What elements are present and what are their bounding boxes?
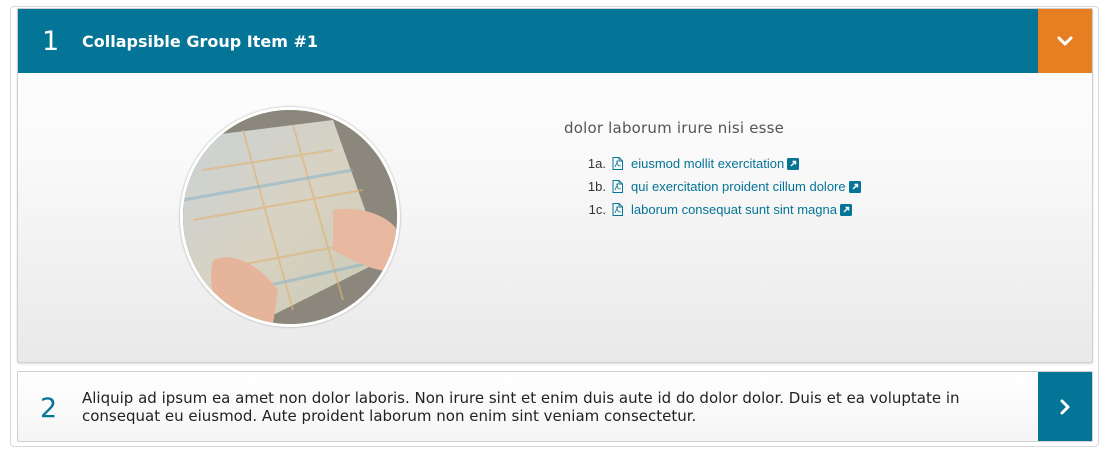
accordion-item-1-header[interactable]: 1 Collapsible Group Item #1 — [18, 9, 1092, 73]
pdf-icon — [612, 203, 623, 216]
item-title: Collapsible Group Item #1 — [82, 32, 318, 51]
document-link-list: 1a. eiusmod mollit exercitation 1b. qui … — [578, 152, 861, 221]
item-number: 2 — [40, 393, 58, 424]
accordion-item-1: 1 Collapsible Group Item #1 dolor laboru… — [17, 8, 1093, 363]
external-link-icon — [839, 203, 852, 216]
item-title: Aliquip ad ipsum ea amet non dolor labor… — [82, 389, 960, 425]
list-marker: 1b. — [587, 179, 606, 194]
accordion-item-2[interactable]: 2 Aliquip ad ipsum ea amet non dolor lab… — [17, 371, 1093, 442]
external-link-icon — [787, 157, 800, 170]
pdf-icon — [612, 157, 623, 170]
document-link[interactable]: eiusmod mollit exercitation — [631, 156, 784, 171]
list-marker: 1c. — [588, 202, 606, 217]
list-item: 1c. laborum consequat sunt sint magna — [578, 198, 861, 221]
list-marker: 1a. — [587, 156, 606, 171]
list-item: 1a. eiusmod mollit exercitation — [578, 152, 861, 175]
list-item: 1b. qui exercitation proident cillum dol… — [578, 175, 861, 198]
document-link[interactable]: laborum consequat sunt sint magna — [631, 202, 837, 217]
external-link-icon — [848, 180, 861, 193]
expand-toggle-button[interactable] — [1038, 372, 1092, 441]
collapse-toggle-button[interactable] — [1038, 9, 1092, 73]
pdf-icon — [612, 180, 623, 193]
map-photo — [180, 107, 400, 327]
chevron-down-icon — [1057, 36, 1073, 46]
content-heading: dolor laborum irure nisi esse — [564, 119, 785, 137]
chevron-right-icon — [1060, 399, 1070, 414]
document-link[interactable]: qui exercitation proident cillum dolore — [631, 179, 846, 194]
item-number: 1 — [42, 26, 60, 57]
